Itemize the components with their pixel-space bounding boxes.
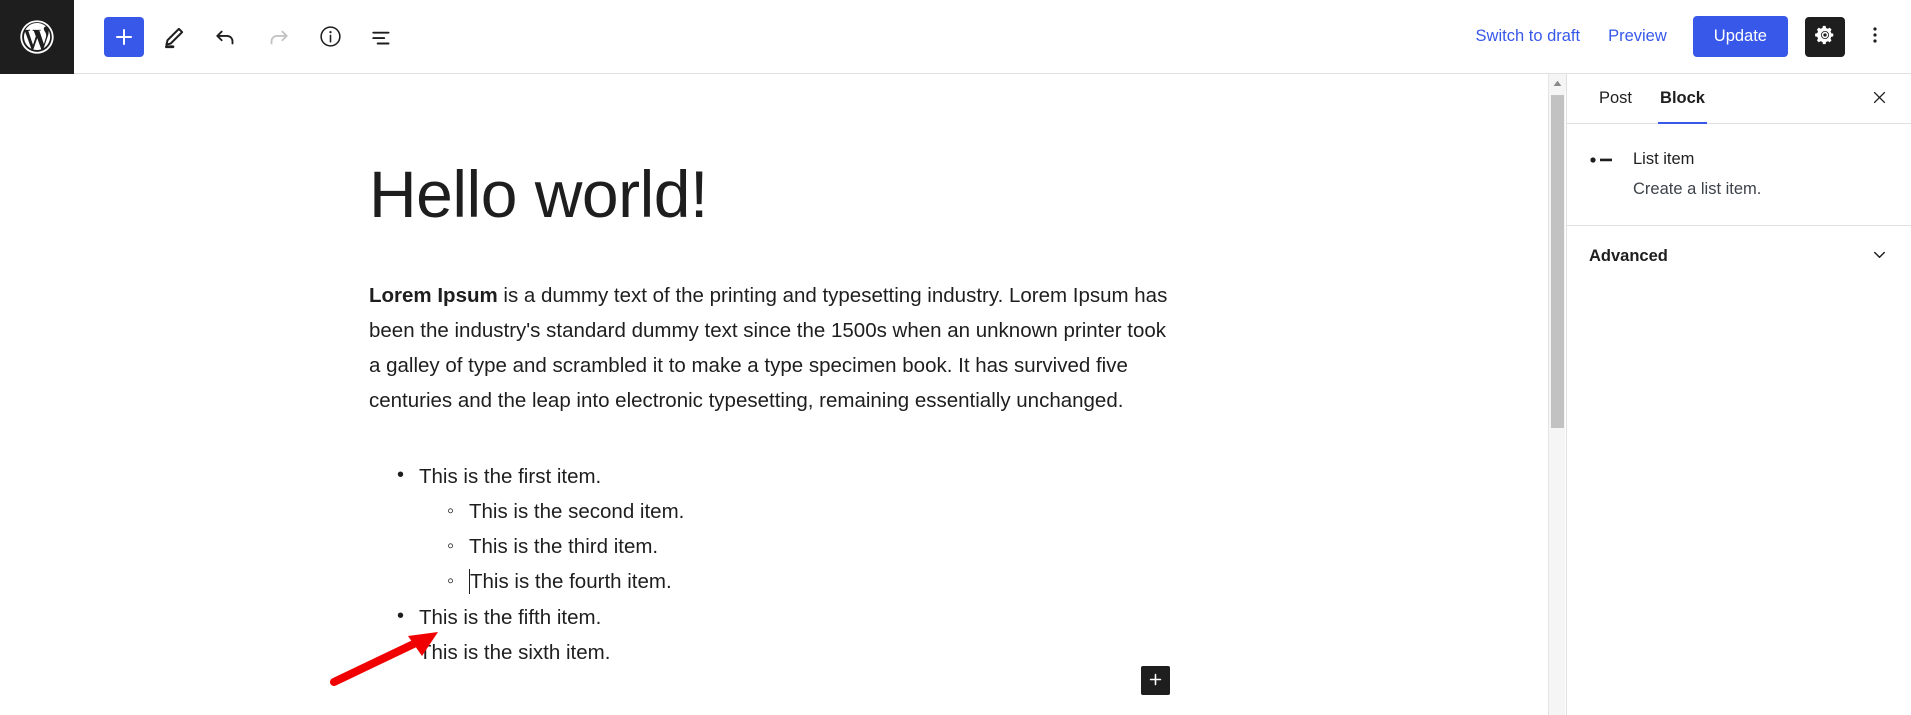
list-item-label: This is the fifth item.: [419, 605, 602, 629]
editor-canvas: Hello world! Lorem Ipsum is a dummy text…: [0, 74, 1556, 715]
pencil-icon: [161, 24, 187, 50]
primary-toolbar: [74, 15, 404, 59]
add-block-button[interactable]: [104, 16, 144, 57]
list-item[interactable]: This is the third item.: [369, 529, 1169, 564]
block-info-text: List item Create a list item.: [1633, 150, 1761, 199]
wordpress-logo-button[interactable]: [0, 0, 74, 74]
list-item-icon: [1589, 150, 1615, 167]
close-sidebar-button[interactable]: [1863, 83, 1895, 115]
settings-button[interactable]: [1805, 16, 1845, 57]
advanced-panel-toggle[interactable]: Advanced: [1567, 226, 1911, 286]
list-item-label: This is the third item.: [469, 535, 659, 559]
editor-top-bar: Switch to draft Preview Update: [0, 0, 1911, 74]
post-list-block[interactable]: This is the first item. This is the seco…: [369, 458, 1169, 671]
edit-tools-button[interactable]: [152, 15, 196, 59]
list-item[interactable]: This is the fifth item.: [369, 599, 1169, 635]
block-info-card: List item Create a list item.: [1567, 124, 1911, 226]
kebab-menu-icon: [1872, 23, 1878, 50]
block-inserter-button[interactable]: [1141, 666, 1170, 695]
undo-arrow-icon: [213, 24, 239, 50]
block-description: Create a list item.: [1633, 180, 1762, 198]
gear-icon: [1814, 24, 1836, 49]
update-button[interactable]: Update: [1692, 16, 1788, 57]
list-item[interactable]: This is the second item.: [369, 494, 1169, 529]
list-item-label: This is the fourth item.: [470, 570, 672, 594]
wordpress-logo-icon: [17, 17, 57, 57]
list-item-label: This is the sixth item.: [419, 640, 611, 664]
redo-arrow-icon: [265, 24, 291, 50]
block-title: List item: [1633, 150, 1695, 168]
chevron-down-icon: [1870, 245, 1889, 267]
switch-to-draft-button[interactable]: Switch to draft: [1462, 17, 1595, 56]
close-icon: [1871, 89, 1888, 109]
tab-post[interactable]: Post: [1585, 74, 1646, 123]
post-paragraph-block[interactable]: Lorem Ipsum is a dummy text of the print…: [369, 278, 1169, 419]
page-title[interactable]: Hello world!: [369, 158, 1169, 231]
plus-icon: [112, 25, 136, 49]
list-item-focused[interactable]: This is the fourth item.: [369, 564, 1169, 599]
list-item-label: This is the first item.: [419, 464, 602, 488]
more-options-button[interactable]: [1855, 15, 1895, 59]
plus-icon: [1147, 671, 1164, 691]
preview-button[interactable]: Preview: [1594, 17, 1681, 56]
list-view-icon: [369, 24, 395, 50]
paragraph-bold-lead: Lorem Ipsum: [369, 283, 498, 307]
tab-block[interactable]: Block: [1646, 74, 1719, 124]
scrollbar-thumb[interactable]: [1551, 95, 1564, 428]
list-item[interactable]: This is the first item.: [369, 458, 1169, 494]
info-circle-icon: [318, 24, 343, 49]
settings-sidebar: Post Block List item Create a list item.…: [1566, 74, 1911, 715]
list-view-button[interactable]: [360, 15, 404, 59]
advanced-label: Advanced: [1589, 246, 1668, 265]
sidebar-tab-bar: Post Block: [1567, 74, 1911, 124]
scroll-up-button[interactable]: [1549, 74, 1566, 91]
list-item-label: This is the second item.: [469, 499, 685, 523]
scroll-up-arrow-icon: [1553, 75, 1562, 90]
canvas-scrollbar[interactable]: [1548, 74, 1566, 715]
undo-button[interactable]: [204, 15, 248, 59]
details-button[interactable]: [308, 15, 352, 59]
post-content-column: Hello world! Lorem Ipsum is a dummy text…: [369, 74, 1169, 670]
redo-button[interactable]: [256, 15, 300, 59]
list-item[interactable]: This is the sixth item.: [369, 634, 1169, 670]
top-bar-actions: Switch to draft Preview Update: [1462, 15, 1911, 59]
